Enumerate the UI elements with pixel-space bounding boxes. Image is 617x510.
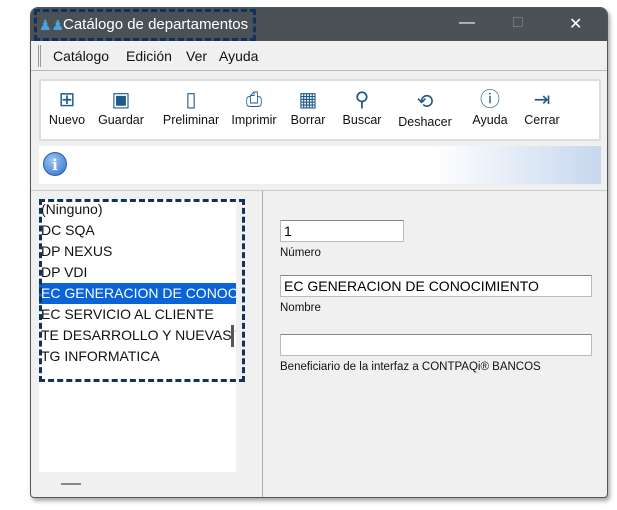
guardar-button[interactable]: ▣ Guardar [95, 87, 147, 127]
detail-form: 1 Número EC GENERACION DE CONOCIMIENTO N… [263, 190, 607, 497]
print-icon: ⎙ [246, 89, 262, 111]
beneficiario-label: Beneficiario de la interfaz a CONTPAQi® … [280, 361, 541, 373]
button-label: Nuevo [48, 113, 86, 127]
undo-icon: ⟲ [416, 91, 434, 113]
new-file-icon: ⊞ [58, 89, 76, 111]
button-label: Imprimir [231, 113, 277, 127]
save-icon: ▣ [111, 89, 131, 111]
trash-icon: ▦ [298, 89, 318, 111]
beneficiario-input[interactable] [280, 334, 592, 356]
deshacer-button[interactable]: ⟲ Deshacer [395, 89, 455, 129]
cerrar-button[interactable]: ⇥ Cerrar [521, 87, 563, 127]
menu-catalogo[interactable]: Catálogo [53, 48, 109, 64]
borrar-button[interactable]: ▦ Borrar [287, 87, 329, 127]
buscar-button[interactable]: ⚲ Buscar [339, 87, 385, 127]
menu-bar: Catálogo Edición Ver Ayuda [31, 41, 607, 71]
button-label: Borrar [290, 113, 326, 127]
search-icon: ⚲ [354, 89, 370, 111]
title-highlight [34, 9, 256, 41]
nombre-input[interactable]: EC GENERACION DE CONOCIMIENTO [280, 275, 592, 297]
menu-ayuda[interactable]: Ayuda [219, 48, 258, 64]
preview-icon: ▯ [185, 89, 197, 111]
imprimir-button[interactable]: ⎙ Imprimir [229, 87, 279, 127]
department-list-panel: (Ninguno) DC SQA DP NEXUS DP VDI EC GENE… [31, 190, 263, 497]
menu-grip [38, 45, 41, 67]
title-bar: ♟♟ Catálogo de departamentos — □ ✕ [31, 8, 607, 41]
maximize-button[interactable]: □ [513, 14, 523, 32]
exit-icon: ⇥ [533, 89, 551, 111]
nuevo-button[interactable]: ⊞ Nuevo [47, 87, 87, 127]
button-label: Guardar [98, 113, 144, 127]
catalog-window: ♟♟ Catálogo de departamentos — □ ✕ Catál… [30, 7, 608, 498]
info-bar: i [39, 146, 601, 184]
list-highlight [39, 199, 245, 382]
ayuda-button[interactable]: ⓘ Ayuda [469, 87, 511, 127]
button-label: Cerrar [524, 113, 560, 127]
toolbar: ⊞ Nuevo ▣ Guardar ▯ Preliminar ⎙ Imprimir ▦ B… [39, 79, 601, 141]
help-icon: ⓘ [480, 89, 500, 111]
info-icon: i [43, 152, 67, 176]
preliminar-button[interactable]: ▯ Preliminar [161, 87, 221, 127]
nombre-label: Nombre [280, 302, 321, 314]
menu-ver[interactable]: Ver [186, 48, 207, 64]
menu-edicion[interactable]: Edición [126, 48, 172, 64]
minimize-button[interactable]: — [459, 14, 475, 32]
close-button[interactable]: ✕ [569, 14, 582, 34]
resize-grip[interactable] [61, 483, 81, 485]
numero-input[interactable]: 1 [280, 220, 404, 242]
button-label: Ayuda [472, 113, 508, 127]
numero-label: Número [280, 247, 321, 259]
button-label: Deshacer [398, 115, 452, 129]
button-label: Buscar [342, 113, 382, 127]
button-label: Preliminar [162, 113, 220, 127]
